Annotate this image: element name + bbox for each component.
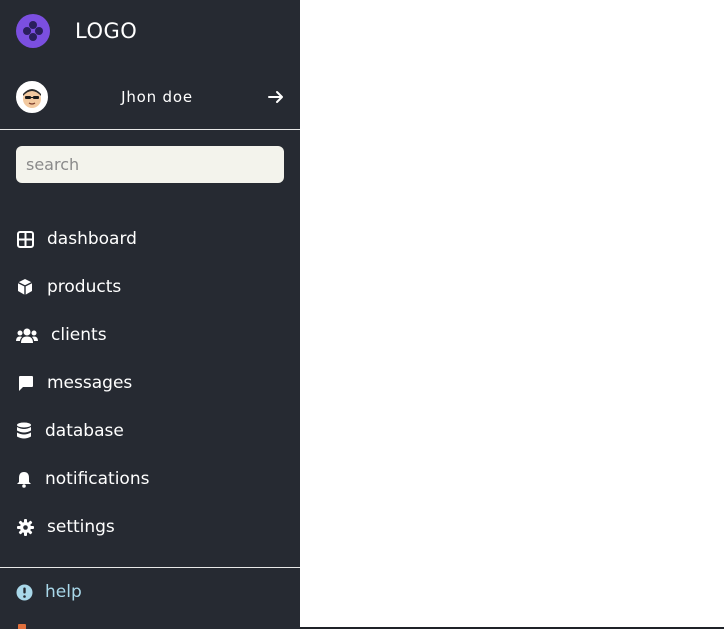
sidebar-item-clients[interactable]: clients bbox=[15, 323, 107, 347]
sidebar-item-partial[interactable] bbox=[15, 620, 33, 629]
sidebar-item-label: help bbox=[45, 582, 82, 602]
sidebar-item-messages[interactable]: messages bbox=[15, 371, 132, 395]
logout-icon bbox=[15, 620, 33, 629]
sidebar-item-label: notifications bbox=[45, 469, 150, 489]
bell-icon bbox=[15, 469, 33, 489]
sidebar-item-label: dashboard bbox=[47, 229, 137, 249]
sidebar-item-label: messages bbox=[47, 373, 133, 393]
user-name: Jhon doe bbox=[121, 88, 193, 106]
sidebar-item-label: database bbox=[45, 421, 124, 441]
divider bbox=[0, 567, 300, 568]
sidebar-item-label: products bbox=[47, 277, 122, 297]
sidebar-item-dashboard[interactable]: dashboard bbox=[15, 227, 137, 251]
sidebar-item-database[interactable]: database bbox=[15, 419, 124, 443]
alert-circle-icon bbox=[15, 582, 33, 602]
sidebar: LOGO Jhon doe search dashboard products … bbox=[0, 0, 300, 629]
sidebar-item-help[interactable]: help bbox=[15, 580, 82, 604]
logo-icon bbox=[16, 14, 50, 48]
avatar[interactable] bbox=[16, 81, 48, 113]
user-profile[interactable]: Jhon doe bbox=[16, 81, 286, 113]
main-content bbox=[300, 0, 724, 627]
sidebar-item-label: clients bbox=[51, 325, 107, 345]
app-window: LOGO Jhon doe search dashboard products … bbox=[0, 0, 724, 629]
divider bbox=[0, 129, 300, 130]
logo-row: LOGO bbox=[16, 14, 137, 48]
logo-text: LOGO bbox=[75, 19, 138, 43]
gear-icon bbox=[15, 517, 35, 537]
search-input[interactable] bbox=[16, 146, 284, 183]
sidebar-item-notifications[interactable]: notifications bbox=[15, 467, 149, 491]
sidebar-item-products[interactable]: products bbox=[15, 275, 121, 299]
users-icon bbox=[15, 325, 39, 345]
grid-icon bbox=[15, 229, 35, 249]
sidebar-item-settings[interactable]: settings bbox=[15, 515, 115, 539]
database-icon bbox=[15, 421, 33, 441]
arrow-right-icon[interactable] bbox=[266, 87, 286, 107]
chat-icon bbox=[15, 373, 35, 393]
sidebar-item-label: settings bbox=[47, 517, 115, 537]
box-icon bbox=[15, 277, 35, 297]
